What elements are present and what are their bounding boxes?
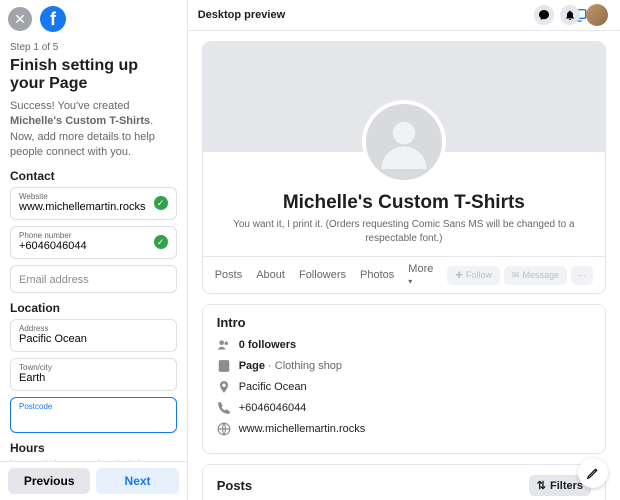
tab-about[interactable]: About [256, 269, 285, 281]
tab-posts[interactable]: Posts [215, 269, 243, 281]
section-hours: Hours [10, 441, 177, 455]
more-actions-button: ⋯ [571, 266, 593, 285]
preview-panel: Desktop preview Michelle's Custom T-Shir… [188, 0, 620, 500]
website-field[interactable]: Website www.michellemartin.rocks ✓ [10, 187, 177, 220]
phone-icon [217, 401, 231, 415]
globe-icon [217, 422, 231, 436]
followers-icon [217, 338, 231, 352]
page-icon [217, 359, 231, 373]
preview-page-name: Michelle's Custom T-Shirts [203, 192, 605, 214]
page-title: Finish setting up your Page [10, 57, 177, 93]
address-field[interactable]: Address Pacific Ocean [10, 319, 177, 352]
filters-icon: ⇅ [537, 479, 546, 492]
cover-photo-placeholder [203, 42, 605, 152]
tab-photos[interactable]: Photos [360, 269, 394, 281]
check-icon: ✓ [154, 235, 168, 249]
intro-phone: +6046046044 [217, 401, 591, 415]
tab-followers[interactable]: Followers [299, 269, 346, 281]
preview-tagline: You want it, I print it. (Orders request… [203, 214, 605, 256]
facebook-logo-icon[interactable]: f [40, 6, 66, 32]
notifications-icon[interactable] [560, 5, 580, 25]
postcode-field[interactable]: Postcode [10, 397, 177, 433]
close-button[interactable]: ✕ [8, 7, 32, 31]
posts-card: Posts ⇅ Filters [202, 464, 606, 500]
preview-label: Desktop preview [198, 9, 285, 21]
intro-card: Intro 0 followers Page · Clothing shop [202, 304, 606, 454]
intro-website: www.michellemartin.rocks [217, 422, 591, 436]
account-avatar[interactable] [586, 4, 608, 26]
next-button[interactable]: Next [96, 468, 178, 494]
previous-button[interactable]: Previous [8, 468, 90, 494]
tab-more[interactable]: More [408, 263, 433, 287]
page-subtitle: Success! You've created Michelle's Custo… [10, 99, 177, 161]
section-location: Location [10, 301, 177, 315]
check-icon: ✓ [154, 196, 168, 210]
intro-heading: Intro [217, 315, 591, 330]
phone-field[interactable]: Phone number +6046046044 ✓ [10, 226, 177, 259]
setup-panel: ✕ f Step 1 of 5 Finish setting up your P… [0, 0, 188, 500]
edit-fab[interactable] [578, 458, 608, 488]
section-contact: Contact [10, 169, 177, 183]
intro-address: Pacific Ocean [217, 380, 591, 394]
intro-page-type: Page · Clothing shop [217, 359, 591, 373]
profile-tabs: Posts About Followers Photos More ✚ Foll… [203, 256, 605, 293]
follow-button: ✚ Follow [447, 266, 500, 285]
intro-followers: 0 followers [217, 338, 591, 352]
message-button: ✉ Message [504, 266, 567, 285]
profile-photo-placeholder [362, 100, 446, 184]
pencil-icon [586, 466, 600, 480]
towncity-field[interactable]: Town/city Earth [10, 358, 177, 391]
location-icon [217, 380, 231, 394]
profile-card: Michelle's Custom T-Shirts You want it, … [202, 41, 606, 294]
posts-heading: Posts [217, 478, 252, 493]
step-indicator: Step 1 of 5 [10, 42, 177, 53]
email-field[interactable]: Email address [10, 265, 177, 293]
messenger-icon[interactable] [534, 5, 554, 25]
